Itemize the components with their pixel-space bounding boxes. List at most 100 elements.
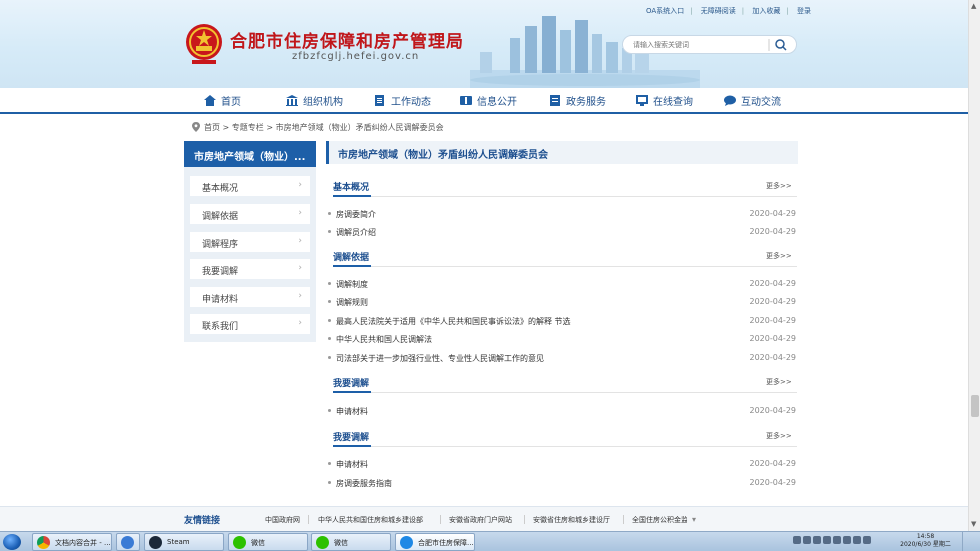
tray-icon[interactable] xyxy=(833,536,841,544)
chevron-down-icon[interactable]: ▾ xyxy=(692,515,696,524)
list-item[interactable]: 中华人民共和国人民调解法 2020-04-29 xyxy=(328,334,798,346)
friend-links-label: 友情链接 xyxy=(184,516,221,526)
list-item[interactable]: 最高人民法院关于适用《中华人民共和国民事诉讼法》的解释 节选 2020-04-29 xyxy=(328,316,798,328)
section-title-request-mediation-2[interactable]: 我要调解 xyxy=(333,430,369,443)
search-box xyxy=(622,35,797,54)
chevron-right-icon: › xyxy=(298,318,302,328)
home-icon xyxy=(204,95,216,106)
list-item[interactable]: 申请材料 2020-04-29 xyxy=(328,406,798,418)
site-domain: zfbzfcglj.hefei.gov.cn xyxy=(292,51,420,62)
nav-item-organization[interactable]: 组织机构 xyxy=(286,93,343,109)
list-item[interactable]: 调解员介绍 2020-04-29 xyxy=(328,227,798,239)
service-icon xyxy=(550,95,560,106)
site-header: 合肥市住房保障和房产管理局 zfbzfcglj.hefei.gov.cn OA系… xyxy=(0,0,968,88)
bird-icon xyxy=(121,536,134,549)
friend-link-anhui-gov[interactable]: 安徽省政府门户网站 xyxy=(449,515,512,525)
more-link[interactable]: 更多>> xyxy=(766,431,792,441)
search-input[interactable] xyxy=(633,39,763,51)
friend-link-mohurd[interactable]: 中华人民共和国住房和城乡建设部 xyxy=(318,515,423,525)
taskbar-item-wechat-1[interactable]: 微信 xyxy=(228,533,308,551)
tray-icon[interactable] xyxy=(853,536,861,544)
list-item[interactable]: 调解制度 2020-04-29 xyxy=(328,279,798,291)
more-link[interactable]: 更多>> xyxy=(766,181,792,191)
scroll-down-icon[interactable]: ▼ xyxy=(971,520,976,528)
query-icon xyxy=(636,95,648,106)
accessibility-link[interactable]: 无障碍阅读 xyxy=(701,7,736,15)
sidebar-item-request-mediation[interactable]: 我要调解 › xyxy=(190,259,310,279)
login-link[interactable]: 登录 xyxy=(797,7,811,15)
taskbar-item-wechat-2[interactable]: 微信 xyxy=(311,533,391,551)
clock-time: 14:58 xyxy=(916,533,935,540)
chevron-right-icon: › xyxy=(298,263,302,273)
taskbar-item-ie[interactable]: 合肥市住房保障... xyxy=(395,533,475,551)
document-icon xyxy=(375,95,384,106)
friend-link-gov[interactable]: 中国政府网 xyxy=(265,515,300,525)
section-divider xyxy=(333,265,797,267)
list-item[interactable]: 房调委服务指南 2020-04-29 xyxy=(328,478,798,490)
nav-item-gov-service[interactable]: 政务服务 xyxy=(549,93,606,109)
oa-link[interactable]: OA系统入口 xyxy=(646,7,684,15)
friend-links-bar: 友情链接 中国政府网 中华人民共和国住房和城乡建设部 安徽省政府门户网站 安徽省… xyxy=(0,506,968,531)
friend-link-fund[interactable]: 全国住房公积金监管服务平台 xyxy=(632,515,687,525)
tray-icon[interactable] xyxy=(843,536,851,544)
tray-icon[interactable] xyxy=(813,536,821,544)
section-divider xyxy=(333,391,797,393)
nav-item-home[interactable]: 首页 xyxy=(204,93,241,109)
browser-page: 合肥市住房保障和房产管理局 zfbzfcglj.hefei.gov.cn OA系… xyxy=(0,0,980,551)
search-icon[interactable] xyxy=(768,38,790,52)
main-nav: 首页 组织机构 工作动态 信息公开 政务服务 在线查询 互动交流 xyxy=(0,88,968,114)
vertical-scrollbar[interactable]: ▲ ▼ xyxy=(968,0,980,531)
tray-icon[interactable] xyxy=(803,536,811,544)
section-divider xyxy=(333,195,797,197)
breadcrumb-text[interactable]: 首页 > 专题专栏 > 市房地产领域（物业）矛盾纠纷人民调解委员会 xyxy=(204,123,444,132)
national-emblem-logo xyxy=(186,24,222,64)
chevron-right-icon: › xyxy=(298,180,302,190)
site-title: 合肥市住房保障和房产管理局 xyxy=(230,32,464,52)
chrome-icon xyxy=(37,536,50,549)
tray-icon[interactable] xyxy=(863,536,871,544)
wechat-icon xyxy=(316,536,329,549)
list-item[interactable]: 调解规则 2020-04-29 xyxy=(328,297,798,309)
taskbar-item-app[interactable] xyxy=(116,533,140,551)
list-item[interactable]: 申请材料 2020-04-29 xyxy=(328,459,798,471)
show-desktop-button[interactable] xyxy=(962,532,980,551)
taskbar-item-chrome[interactable]: 文档内容合并 - ... xyxy=(32,533,112,551)
chevron-right-icon: › xyxy=(298,236,302,246)
sidebar-item-mediation-procedure[interactable]: 调解程序 › xyxy=(190,232,310,252)
nav-item-work-news[interactable]: 工作动态 xyxy=(374,93,431,109)
building-icon xyxy=(286,95,298,106)
section-title-mediation-basis[interactable]: 调解依据 xyxy=(333,250,369,263)
tray-icon[interactable] xyxy=(793,536,801,544)
chevron-right-icon: › xyxy=(298,208,302,218)
more-link[interactable]: 更多>> xyxy=(766,251,792,261)
info-icon xyxy=(460,96,472,105)
sidebar-item-contact-us[interactable]: 联系我们 › xyxy=(190,314,310,334)
tray-icon[interactable] xyxy=(823,536,831,544)
scroll-up-icon[interactable]: ▲ xyxy=(971,2,976,10)
nav-item-info-disclosure[interactable]: 信息公开 xyxy=(460,93,517,109)
chevron-right-icon: › xyxy=(298,291,302,301)
taskbar-item-steam[interactable]: Steam xyxy=(144,533,224,551)
favorite-link[interactable]: 加入收藏 xyxy=(752,7,780,15)
windows-taskbar: 文档内容合并 - ... Steam 微信 微信 合肥市住房保障... 14:5… xyxy=(0,531,980,551)
section-divider xyxy=(333,445,797,447)
sidebar-item-mediation-basis[interactable]: 调解依据 › xyxy=(190,204,310,224)
sidebar-item-application-materials[interactable]: 申请材料 › xyxy=(190,287,310,307)
list-item[interactable]: 司法部关于进一步加强行业性、专业性人民调解工作的意见 2020-04-29 xyxy=(328,353,798,365)
start-button[interactable] xyxy=(3,534,21,550)
system-tray xyxy=(793,536,893,548)
chat-icon xyxy=(724,95,736,106)
nav-item-online-query[interactable]: 在线查询 xyxy=(636,93,693,109)
friend-link-anhui-housing[interactable]: 安徽省住房和城乡建设厅 xyxy=(533,515,610,525)
list-item[interactable]: 房调委简介 2020-04-29 xyxy=(328,209,798,221)
scrollbar-thumb[interactable] xyxy=(971,395,979,417)
sidebar-item-overview[interactable]: 基本概况 › xyxy=(190,176,310,196)
ie-icon xyxy=(400,536,413,549)
section-title-request-mediation[interactable]: 我要调解 xyxy=(333,376,369,389)
nav-item-interaction[interactable]: 互动交流 xyxy=(724,93,781,109)
section-title-overview[interactable]: 基本概况 xyxy=(333,180,369,193)
more-link[interactable]: 更多>> xyxy=(766,377,792,387)
taskbar-clock[interactable]: 14:58 2020/6/30 星期二 xyxy=(898,533,953,549)
sidebar-menu: 基本概况 › 调解依据 › 调解程序 › 我要调解 › 申请材料 › 联系我们 › xyxy=(184,167,316,342)
breadcrumb: 首页 > 专题专栏 > 市房地产领域（物业）矛盾纠纷人民调解委员会 xyxy=(192,122,444,133)
